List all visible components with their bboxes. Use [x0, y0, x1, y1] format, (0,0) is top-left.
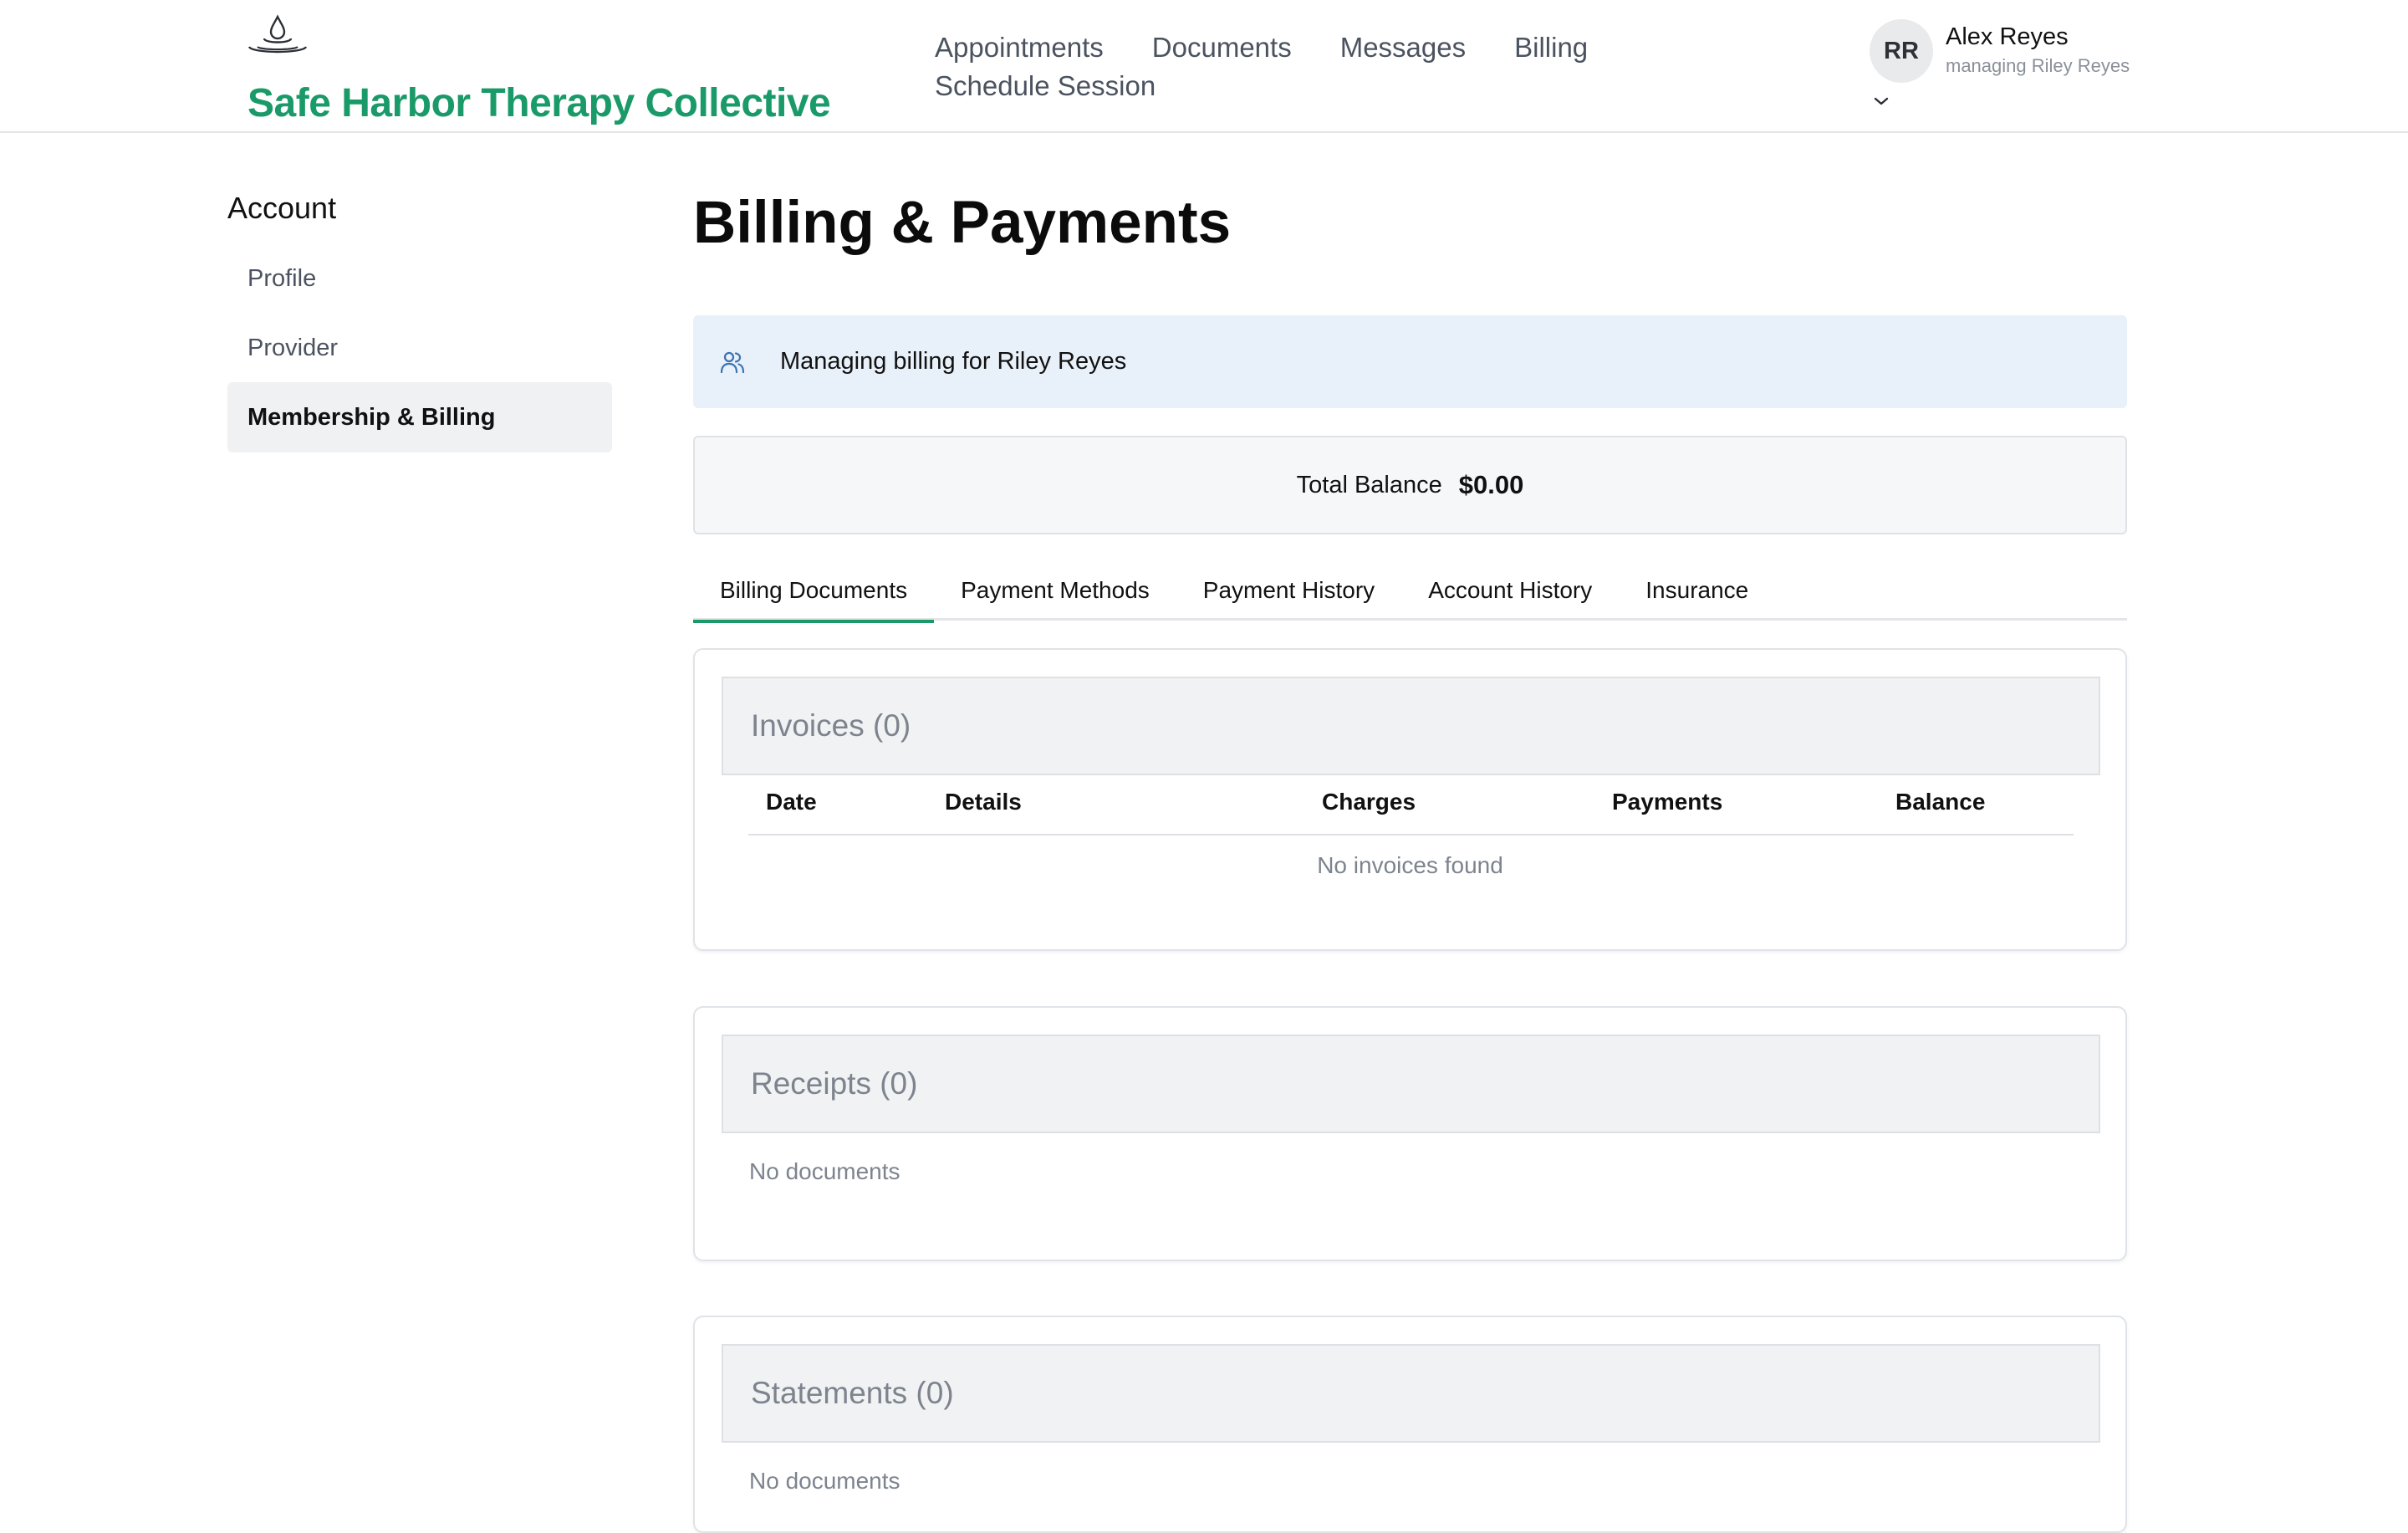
managing-notice: Managing billing for Riley Reyes	[693, 315, 2127, 408]
nav-appointments[interactable]: Appointments	[935, 30, 1104, 65]
total-balance-label: Total Balance	[1296, 471, 1442, 498]
tab-account-history[interactable]: Account History	[1401, 560, 1619, 621]
invoices-card: Invoices (0) Date Details Charges Paymen…	[693, 648, 2127, 951]
statements-card: Statements (0) No documents	[693, 1316, 2127, 1533]
users-icon	[720, 351, 745, 373]
total-balance-box: Total Balance $0.00	[693, 436, 2127, 534]
nav-messages[interactable]: Messages	[1340, 30, 1466, 65]
sidebar-item-profile[interactable]: Profile	[227, 243, 612, 314]
page-title: Billing & Payments	[693, 190, 1232, 256]
statements-header[interactable]: Statements (0)	[722, 1344, 2100, 1443]
nav-documents[interactable]: Documents	[1152, 30, 1292, 65]
user-subtitle: managing Riley Reyes	[1946, 55, 2130, 76]
statements-empty-message: No documents	[749, 1468, 900, 1494]
invoices-header[interactable]: Invoices (0)	[722, 677, 2100, 775]
managing-notice-text: Managing billing for Riley Reyes	[780, 348, 1127, 375]
invoices-empty-message: No invoices found	[1317, 852, 1503, 878]
main-nav: Appointments Documents Messages Billing …	[935, 30, 1604, 104]
tab-payment-methods[interactable]: Payment Methods	[934, 560, 1176, 621]
tab-payment-history[interactable]: Payment History	[1176, 560, 1401, 621]
receipts-card: Receipts (0) No documents	[693, 1006, 2127, 1261]
column-header-charges: Charges	[1322, 789, 1416, 815]
receipts-empty-message: No documents	[749, 1158, 900, 1184]
tab-billing-documents[interactable]: Billing Documents	[693, 560, 935, 623]
column-header-payments: Payments	[1612, 789, 1723, 815]
column-header-details: Details	[945, 789, 1022, 815]
water-drop-ripple-icon[interactable]	[246, 13, 309, 60]
top-navigation-bar: Safe Harbor Therapy Collective Appointme…	[0, 0, 2408, 133]
chevron-down-icon[interactable]	[1873, 95, 1890, 107]
table-divider	[748, 834, 2074, 835]
user-name: Alex Reyes	[1946, 23, 2069, 50]
billing-tabs: Billing Documents Payment Methods Paymen…	[693, 560, 2127, 623]
nav-schedule-session[interactable]: Schedule Session	[935, 69, 1156, 104]
total-balance-value: $0.00	[1458, 470, 1524, 499]
receipts-header[interactable]: Receipts (0)	[722, 1035, 2100, 1133]
sidebar-item-provider[interactable]: Provider	[227, 313, 612, 383]
brand-name[interactable]: Safe Harbor Therapy Collective	[247, 80, 831, 126]
column-header-date: Date	[766, 789, 817, 815]
nav-billing[interactable]: Billing	[1514, 30, 1588, 65]
sidebar-item-membership-billing[interactable]: Membership & Billing	[227, 382, 612, 452]
sidebar-title: Account	[227, 191, 337, 225]
tab-insurance[interactable]: Insurance	[1619, 560, 1775, 621]
column-header-balance: Balance	[1895, 789, 1986, 815]
avatar[interactable]: RR	[1870, 19, 1933, 83]
